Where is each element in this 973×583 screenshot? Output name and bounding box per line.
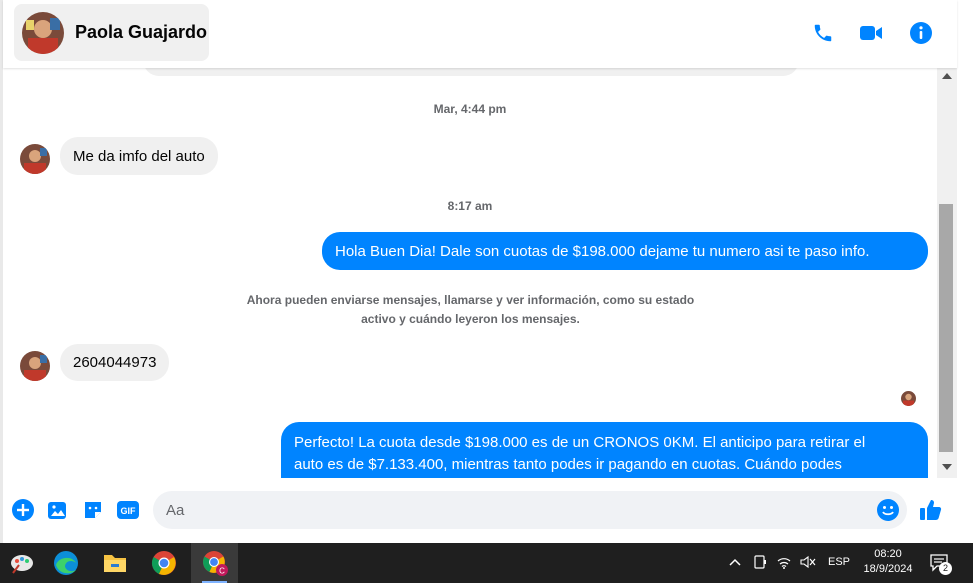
chevron-up-icon[interactable] bbox=[728, 555, 742, 574]
message-input[interactable] bbox=[153, 491, 907, 529]
scroll-up-arrow[interactable] bbox=[942, 73, 952, 79]
phone-icon[interactable] bbox=[808, 18, 838, 48]
message-list[interactable]: Mar, 4:44 pm Me da imfo del auto 8:17 am… bbox=[3, 68, 937, 478]
notification-badge: 2 bbox=[939, 562, 952, 575]
image-icon[interactable] bbox=[46, 498, 70, 522]
contact-button[interactable]: Paola Guajardo bbox=[14, 4, 209, 61]
file-explorer-icon[interactable] bbox=[93, 543, 137, 583]
speaker-muted-icon[interactable] bbox=[799, 554, 817, 575]
scroll-down-arrow[interactable] bbox=[942, 464, 952, 470]
like-icon[interactable] bbox=[919, 498, 943, 522]
conversation-header: Paola Guajardo bbox=[3, 0, 957, 68]
notice-line: activo y cuándo leyeron los mensajes. bbox=[361, 312, 580, 326]
message-composer: GIF bbox=[3, 478, 957, 543]
gif-icon[interactable]: GIF bbox=[116, 498, 140, 522]
windows-taskbar: C ESP 08:20 18/9/2024 2 bbox=[0, 543, 973, 583]
timestamp: 8:17 am bbox=[447, 199, 493, 213]
messenger-window: Paola Guajardo Mar, 4:44 pm Me da imfo d… bbox=[0, 0, 973, 543]
chrome-icon[interactable] bbox=[142, 543, 186, 583]
emoji-icon[interactable] bbox=[876, 498, 900, 522]
sender-avatar[interactable] bbox=[20, 351, 50, 381]
outgoing-message[interactable]: Hola Buen Dia! Dale son cuotas de $198.0… bbox=[322, 232, 928, 270]
sticker-icon[interactable] bbox=[81, 498, 105, 522]
contact-name: Paola Guajardo bbox=[75, 22, 208, 42]
contact-avatar bbox=[22, 11, 64, 54]
message-line: Perfecto! La cuota desde $198.000 es de … bbox=[294, 434, 866, 451]
incoming-message[interactable]: 2604044973 bbox=[60, 344, 170, 381]
svg-text:GIF: GIF bbox=[121, 506, 137, 516]
sender-avatar[interactable] bbox=[20, 144, 50, 174]
info-icon[interactable] bbox=[906, 18, 936, 48]
timestamp: Mar, 4:44 pm bbox=[433, 102, 507, 116]
seen-avatar bbox=[901, 391, 916, 406]
plus-icon[interactable] bbox=[11, 498, 35, 522]
clock-time: 08:20 bbox=[874, 548, 902, 560]
clock-date: 18/9/2024 bbox=[863, 563, 913, 575]
notice-line: Ahora pueden enviarse mensajes, llamarse… bbox=[246, 293, 695, 307]
message-line: auto es de $7.133.400, mientras tanto po… bbox=[294, 456, 842, 473]
encryption-notice: Ahora pueden enviarse mensajes, llamarse… bbox=[233, 291, 708, 329]
clock[interactable]: 08:20 18/9/2024 bbox=[860, 547, 916, 577]
incoming-message[interactable]: Me da imfo del auto bbox=[60, 137, 218, 175]
previous-message-bubble bbox=[143, 68, 799, 76]
notification-center-icon[interactable]: 2 bbox=[929, 553, 953, 575]
scrollbar-thumb[interactable] bbox=[939, 204, 953, 452]
device-icon[interactable] bbox=[752, 554, 768, 575]
paint-app-icon[interactable] bbox=[0, 543, 44, 583]
language-indicator[interactable]: ESP bbox=[828, 556, 850, 568]
svg-text:C: C bbox=[219, 567, 225, 576]
edge-browser-icon[interactable] bbox=[44, 543, 88, 583]
chrome-profile-active-icon[interactable]: C bbox=[191, 543, 238, 583]
scrollbar[interactable] bbox=[937, 68, 957, 478]
wifi-icon[interactable] bbox=[776, 554, 792, 575]
video-icon[interactable] bbox=[856, 18, 886, 48]
outgoing-message[interactable]: Perfecto! La cuota desde $198.000 es de … bbox=[281, 422, 928, 478]
